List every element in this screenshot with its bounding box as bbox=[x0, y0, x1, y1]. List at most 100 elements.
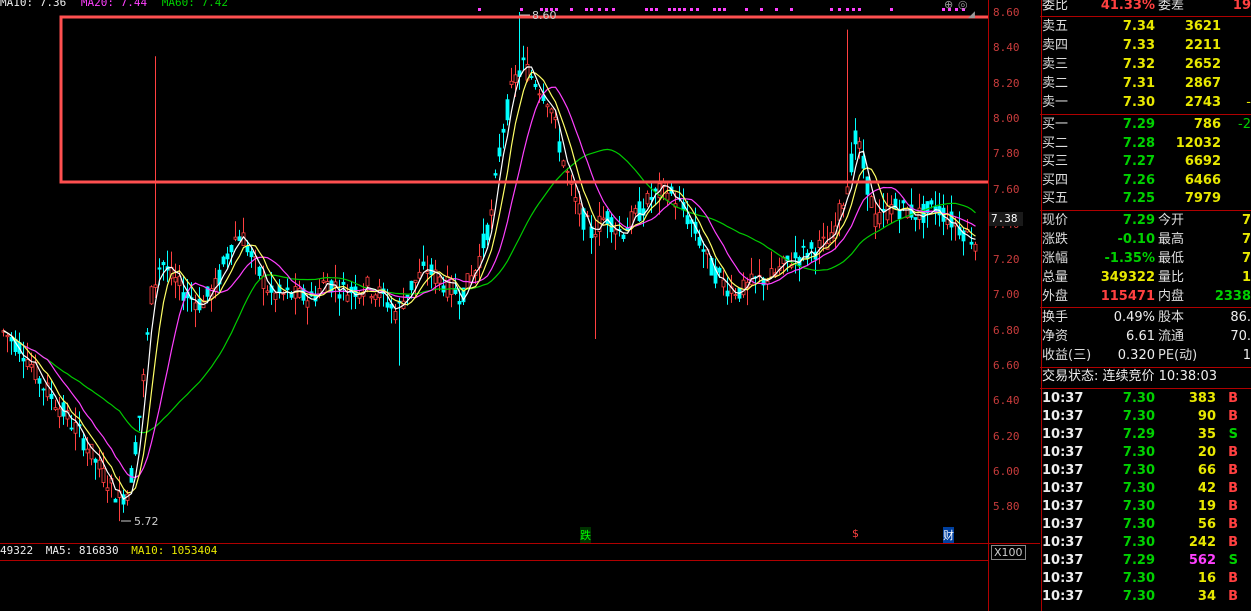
stat-label-2: 内盘 bbox=[1158, 289, 1185, 304]
event-dot bbox=[838, 8, 841, 11]
stat-label-2: 最低 bbox=[1158, 251, 1185, 266]
order-extra: -2 bbox=[1238, 117, 1251, 132]
event-dot bbox=[650, 8, 653, 11]
tick-volume: 66 bbox=[1197, 463, 1216, 478]
order-extra: - bbox=[1246, 95, 1251, 110]
event-dot bbox=[605, 8, 608, 11]
volume-legend-tail: 49322 bbox=[0, 544, 34, 557]
tick-time: 10:37 bbox=[1042, 409, 1084, 424]
tick-volume: 19 bbox=[1197, 499, 1216, 514]
order-label: 买五 bbox=[1042, 191, 1069, 206]
order-price: 7.34 bbox=[1122, 19, 1155, 34]
tick-time: 10:37 bbox=[1042, 517, 1084, 532]
candle-body bbox=[897, 209, 902, 220]
tick-time: 10:37 bbox=[1042, 553, 1084, 568]
event-dot bbox=[690, 8, 693, 11]
candle-body bbox=[741, 279, 746, 296]
candle-body bbox=[101, 467, 106, 483]
candle-body bbox=[445, 276, 450, 298]
stat-value-2: 86. bbox=[1230, 310, 1251, 325]
marker-cai[interactable]: 财 bbox=[943, 527, 954, 543]
candle-body bbox=[245, 245, 250, 253]
candle-body bbox=[573, 197, 578, 202]
weibi-row: 委比 41.33% 委差 19 bbox=[1040, 0, 1251, 15]
stat-row-2: 收益(三) 0.320 PE(动) 1 bbox=[1040, 347, 1251, 365]
event-dot bbox=[775, 8, 778, 11]
candle-body bbox=[345, 294, 350, 302]
order-label: 买四 bbox=[1042, 172, 1069, 188]
tick-time: 10:37 bbox=[1042, 499, 1084, 514]
marker-dollar[interactable]: $ bbox=[852, 527, 859, 540]
candle-body bbox=[129, 468, 134, 483]
marker-die[interactable]: 跌 bbox=[580, 527, 591, 543]
tick-time: 10:37 bbox=[1042, 589, 1084, 604]
candle-body bbox=[497, 147, 502, 157]
candle-body bbox=[865, 176, 870, 195]
stat-label-2: 流通 bbox=[1158, 329, 1185, 344]
stat-row: 涨跌 -0.10 最高 7 bbox=[1040, 231, 1251, 249]
candle-body bbox=[5, 334, 10, 338]
event-dot bbox=[645, 8, 648, 11]
price-tick: 7.00 bbox=[993, 288, 1020, 302]
candle-body bbox=[733, 294, 738, 296]
tick-row: 10:37 7.30 56 B bbox=[1040, 516, 1251, 534]
stat-row-2: 换手 0.49% 股本 86. bbox=[1040, 309, 1251, 327]
tick-price: 7.30 bbox=[1122, 463, 1155, 478]
kline-chart[interactable]: 8.60 5.72 MA10: 7.36 MA20: 7.44 MA60: 7.… bbox=[0, 0, 988, 543]
tick-volume: 16 bbox=[1197, 571, 1216, 586]
candle-body bbox=[929, 200, 934, 205]
stat-label-2: 股本 bbox=[1158, 310, 1185, 325]
event-dot bbox=[858, 8, 861, 11]
candle-body bbox=[501, 128, 506, 133]
order-price: 7.26 bbox=[1122, 172, 1155, 188]
order-price: 7.31 bbox=[1122, 76, 1155, 91]
candle-body bbox=[25, 359, 30, 367]
candle-body bbox=[421, 261, 426, 266]
candle-body bbox=[701, 249, 706, 252]
candle-body bbox=[193, 302, 198, 311]
event-dots bbox=[478, 8, 965, 11]
candle-body bbox=[273, 292, 278, 301]
candle-body bbox=[249, 251, 254, 258]
stat-row: 总量 349322 量比 1 bbox=[1040, 269, 1251, 287]
tick-side: B bbox=[1228, 517, 1238, 532]
settings-icon[interactable]: ◎ bbox=[958, 0, 968, 11]
candle-body bbox=[645, 193, 650, 205]
tick-volume: 34 bbox=[1197, 589, 1216, 604]
tick-row: 10:37 7.30 383 B bbox=[1040, 390, 1251, 408]
candle-body bbox=[373, 294, 378, 300]
tick-side: B bbox=[1228, 535, 1238, 550]
candle-body bbox=[29, 364, 34, 368]
tick-side: B bbox=[1228, 589, 1238, 604]
tick-row: 10:37 7.30 19 B bbox=[1040, 498, 1251, 516]
event-dot bbox=[696, 8, 699, 11]
kline-svg[interactable]: 8.60 5.72 bbox=[0, 0, 988, 543]
collapse-icon[interactable]: ◢ bbox=[968, 10, 975, 20]
candle-body bbox=[97, 459, 102, 470]
candle-body bbox=[221, 256, 226, 265]
zoom-icon[interactable]: ⊕ bbox=[944, 0, 953, 11]
candle-body bbox=[305, 300, 310, 308]
candle-body bbox=[801, 245, 806, 248]
event-dot bbox=[790, 8, 793, 11]
candle-body bbox=[341, 281, 346, 285]
candle-body bbox=[849, 153, 854, 173]
ma10-legend: MA10: 7.36 bbox=[0, 0, 67, 9]
candle-body bbox=[81, 438, 86, 451]
order-label: 买二 bbox=[1042, 135, 1069, 151]
candle-body bbox=[853, 130, 858, 145]
tick-price: 7.30 bbox=[1122, 409, 1155, 424]
stat-label: 现价 bbox=[1042, 213, 1069, 228]
stat-value: 6.61 bbox=[1126, 329, 1155, 344]
candle-body bbox=[285, 287, 290, 291]
event-dot bbox=[683, 8, 686, 11]
candle-body bbox=[513, 74, 518, 83]
candle-body bbox=[637, 201, 642, 222]
event-dot bbox=[673, 8, 676, 11]
stat-value: 349322 bbox=[1100, 270, 1155, 285]
candle-body bbox=[237, 236, 242, 242]
candle-body bbox=[365, 276, 370, 287]
candle-body bbox=[49, 393, 54, 399]
price-axis: 8.608.408.208.007.807.607.407.207.006.80… bbox=[988, 0, 1042, 543]
tick-side: B bbox=[1228, 499, 1238, 514]
